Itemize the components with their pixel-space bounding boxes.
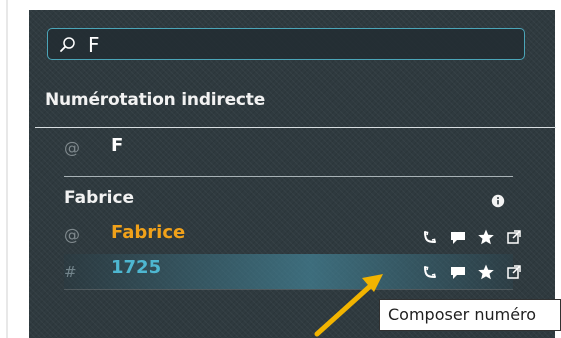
search-input[interactable] [86,31,510,59]
contact-number-row[interactable]: # 1725 [64,254,521,289]
row-divider [64,176,513,177]
chat-icon[interactable] [449,263,467,281]
star-icon[interactable] [477,263,495,281]
chat-icon[interactable] [449,228,467,246]
contact-email-label: Fabrice [111,222,186,243]
suggestion-row-direct[interactable]: @ F [64,132,513,167]
hash-prefix: # [64,263,77,281]
at-prefix: @ [64,225,80,244]
info-icon[interactable] [491,194,505,208]
section-title: Numérotation indirecte [45,90,266,110]
suggestion-text: F [111,135,124,156]
external-link-icon[interactable] [505,263,523,281]
phone-icon[interactable] [421,263,439,281]
external-link-icon[interactable] [505,228,523,246]
tooltip: Composer numéro [379,299,561,331]
at-prefix: @ [64,138,80,157]
row-actions [421,263,531,281]
contact-email-row[interactable]: @ Fabrice [64,219,521,254]
search-box[interactable] [47,28,525,60]
contacts-panel: Numérotation indirecte @ F Fabrice @ Fab… [29,10,556,338]
star-icon[interactable] [477,228,495,246]
section-divider [35,127,556,128]
row-actions [421,228,531,246]
phone-icon[interactable] [421,228,439,246]
screenshot-root: Numérotation indirecte @ F Fabrice @ Fab… [0,0,561,338]
left-border [6,0,8,338]
contact-name: Fabrice [64,188,135,208]
contact-number: 1725 [111,257,162,278]
search-icon [60,37,75,52]
